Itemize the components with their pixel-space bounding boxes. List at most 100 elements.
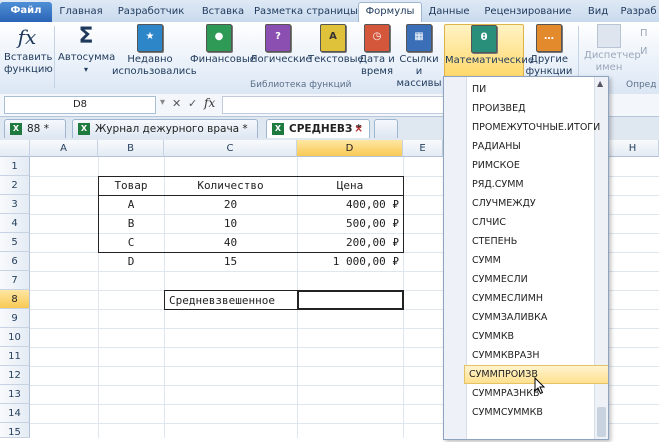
formula-input[interactable] — [222, 96, 444, 114]
row-header-3[interactable]: 3 — [0, 195, 30, 214]
doc-tab-journal[interactable]: X Журнал дежурного врача * — [72, 119, 258, 138]
menu-item-sumxmy2[interactable]: СУММРАЗНКВ — [468, 384, 592, 403]
row-header-10[interactable]: 10 — [0, 328, 30, 347]
cell-b6[interactable]: D — [98, 252, 164, 271]
menu-item-proizved[interactable]: ПРОИЗВЕД — [468, 99, 592, 118]
cell-d6[interactable]: 1 000,00 ₽ — [297, 252, 403, 271]
cell-b4[interactable]: B — [98, 214, 164, 233]
row-header-1[interactable]: 1 — [0, 157, 30, 176]
cell-c8-weighted-label[interactable]: Средневзвешенное — [164, 290, 298, 310]
col-header-a[interactable]: A — [30, 140, 98, 157]
text-button[interactable]: A Текстовые — [308, 24, 364, 66]
col-header-d[interactable]: D — [297, 140, 403, 157]
cell-d4[interactable]: 500,00 ₽ — [297, 214, 403, 233]
col-header-c[interactable]: C — [164, 140, 297, 157]
menu-item-sumx2my2[interactable]: СУММКВРАЗН — [468, 346, 592, 365]
autosum-button[interactable]: Σ Автосумма ▾ — [58, 24, 115, 76]
tab-home[interactable]: Главная — [56, 3, 106, 22]
cancel-icon[interactable]: ✕ — [172, 97, 181, 110]
menu-item-sumsq[interactable]: СУММКВ — [468, 327, 592, 346]
math-trig-button[interactable]: θ Математические — [444, 24, 534, 78]
name-manager-button[interactable]: Диспетчер имен — [584, 24, 641, 74]
name-box[interactable]: D8 — [4, 96, 156, 114]
col-header-b[interactable]: B — [98, 140, 164, 157]
group-label-function-library: Библиотека функций — [250, 80, 352, 90]
tab-developer[interactable]: Разработчик — [110, 3, 192, 22]
tab-file[interactable]: Файл — [0, 2, 52, 22]
row-header-14[interactable]: 14 — [0, 404, 30, 423]
tab-insert[interactable]: Вставка — [196, 3, 250, 22]
doc-tab-88[interactable]: X 88 * — [4, 119, 66, 138]
menu-item-radians[interactable]: РАДИАНЫ — [468, 137, 592, 156]
new-tab-button[interactable] — [374, 119, 398, 138]
row-header-11[interactable]: 11 — [0, 347, 30, 366]
menu-item-sumx2py2[interactable]: СУММСУММКВ — [468, 403, 592, 422]
row-header-5[interactable]: 5 — [0, 233, 30, 252]
row-header-15[interactable]: 15 — [0, 423, 30, 438]
cell-c4[interactable]: 10 — [164, 214, 297, 233]
more-functions-button[interactable]: … Другие функции — [524, 24, 574, 78]
cell-d8-active[interactable] — [297, 290, 404, 310]
excel-icon: X — [78, 123, 90, 135]
menu-item-sumfill[interactable]: СУММЗАЛИВКА — [468, 308, 592, 327]
menu-item-rand[interactable]: СЛЧИС — [468, 213, 592, 232]
col-header-e[interactable]: E — [403, 140, 443, 157]
financial-button[interactable]: ● Финансовые — [190, 24, 256, 66]
row-header-13[interactable]: 13 — [0, 385, 30, 404]
cell-d3[interactable]: 400,00 ₽ — [297, 195, 403, 214]
name-box-dropdown-icon[interactable]: ▾ — [160, 97, 165, 108]
names-line1: Диспетчер — [584, 50, 641, 61]
row-header-4[interactable]: 4 — [0, 214, 30, 233]
row-header-2[interactable]: 2 — [0, 176, 30, 195]
recent-line2: использовались — [112, 66, 197, 77]
autosum-dropdown-icon: ▾ — [83, 65, 88, 74]
right-i[interactable]: И — [640, 46, 647, 57]
menu-item-sumif[interactable]: СУММЕСЛИ — [468, 270, 592, 289]
lookup-button[interactable]: ▦ Ссылки и массивы — [396, 24, 442, 90]
menu-item-randbetween[interactable]: СЛУЧМЕЖДУ — [468, 194, 592, 213]
datetime-line2: время — [361, 66, 393, 77]
row-header-6[interactable]: 6 — [0, 252, 30, 271]
tab-formulas[interactable]: Формулы — [358, 2, 422, 23]
row-header-9[interactable]: 9 — [0, 309, 30, 328]
tab-view[interactable]: Вид — [582, 3, 614, 22]
header-price[interactable]: Цена — [297, 176, 403, 195]
header-product[interactable]: Товар — [98, 176, 164, 195]
cell-c6[interactable]: 15 — [164, 252, 297, 271]
menu-item-subtotal[interactable]: ПРОМЕЖУТОЧНЫЕ.ИТОГИ — [468, 118, 600, 137]
cell-c5[interactable]: 40 — [164, 233, 297, 252]
menu-item-seriessum[interactable]: РЯД.СУММ — [468, 175, 592, 194]
row-header-7[interactable]: 7 — [0, 271, 30, 290]
header-quantity[interactable]: Количество — [164, 176, 297, 195]
tab-data[interactable]: Данные — [424, 3, 474, 22]
recent-functions-button[interactable]: ★ Недавно использовались — [112, 24, 197, 78]
cell-c3[interactable]: 20 — [164, 195, 297, 214]
logical-button[interactable]: ? Логические — [250, 24, 312, 66]
math-label: Математические — [445, 55, 534, 66]
close-tab-icon[interactable]: × — [354, 120, 363, 139]
tab-page-layout[interactable]: Разметка страницы — [254, 3, 358, 22]
question-book-icon: ? — [265, 24, 291, 52]
row-header-8[interactable]: 8 — [0, 290, 30, 309]
fx-button[interactable]: fx — [204, 96, 215, 110]
cell-b3[interactable]: A — [98, 195, 164, 214]
datetime-button[interactable]: ◷ Дата и время — [358, 24, 396, 78]
menu-item-sumifs[interactable]: СУММЕСЛИМН — [468, 289, 592, 308]
cell-d5[interactable]: 200,00 ₽ — [297, 233, 403, 252]
menu-item-roman[interactable]: РИМСКОЕ — [468, 156, 592, 175]
tab-review[interactable]: Рецензирование — [478, 3, 578, 22]
insert-function-button[interactable]: fx Вставить функцию — [4, 24, 53, 76]
tab-developer-2[interactable]: Разраб — [618, 3, 659, 22]
menu-item-power[interactable]: СТЕПЕНЬ — [468, 232, 592, 251]
enter-icon[interactable]: ✓ — [188, 97, 197, 110]
row-header-12[interactable]: 12 — [0, 366, 30, 385]
menu-item-sum[interactable]: СУММ — [468, 251, 592, 270]
doc-tab-srednevz[interactable]: X СРЕДНЕВЗ * × — [266, 119, 370, 138]
cell-b5[interactable]: C — [98, 233, 164, 252]
scroll-thumb[interactable] — [597, 407, 606, 437]
right-p[interactable]: П — [640, 28, 648, 39]
select-all-corner[interactable] — [0, 140, 30, 157]
menu-item-pi[interactable]: ПИ — [468, 80, 592, 99]
col-header-h[interactable]: H — [607, 140, 659, 157]
scroll-up-icon[interactable]: ▲ — [597, 79, 603, 88]
